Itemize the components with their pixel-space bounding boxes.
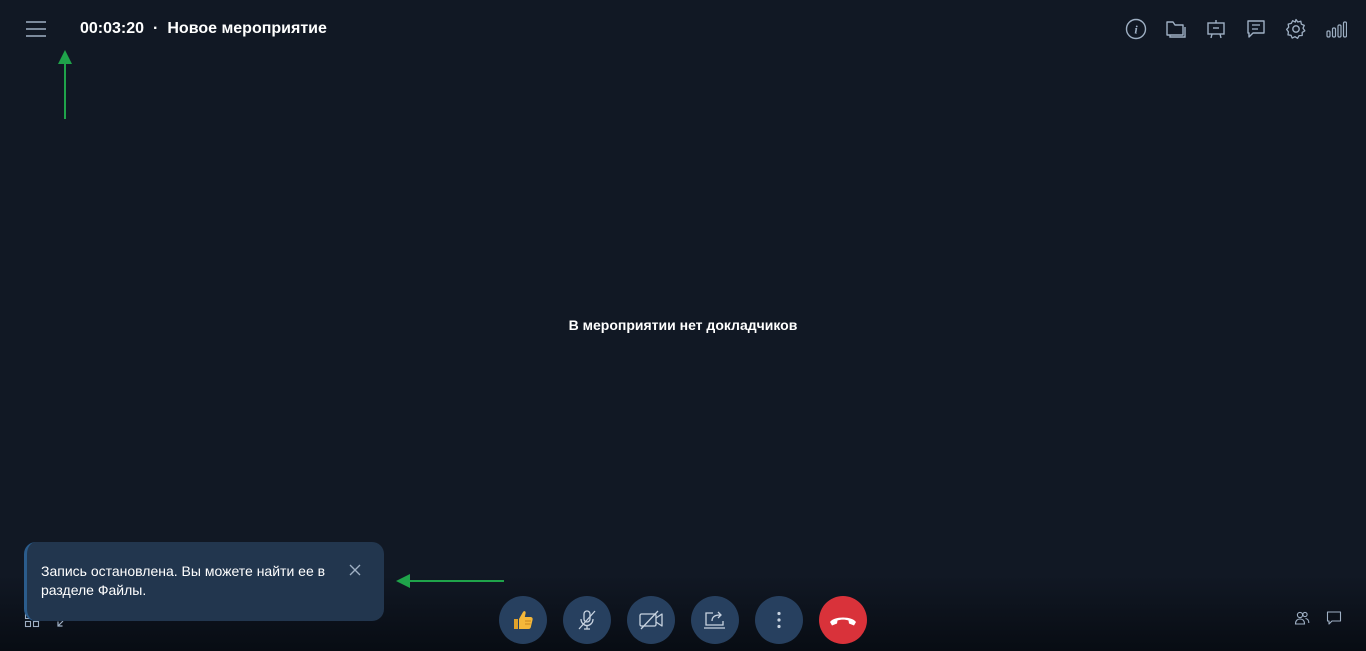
annotation-arrow-left xyxy=(396,574,504,588)
page-title: 00:03:20 · Новое мероприятие xyxy=(80,19,327,39)
svg-text:i: i xyxy=(1134,23,1138,37)
chat-bubble-icon xyxy=(1326,611,1342,625)
thumbs-up-icon xyxy=(514,611,533,629)
gear-icon xyxy=(1285,18,1306,39)
signal-button[interactable] xyxy=(1324,17,1348,41)
hangup-icon xyxy=(830,617,856,626)
participants-icon xyxy=(1294,611,1310,625)
top-bar: 00:03:20 · Новое мероприятие i xyxy=(0,0,1366,58)
camera-off-icon xyxy=(639,610,663,630)
title-separator: · xyxy=(153,20,159,37)
chat-list-icon xyxy=(1247,20,1265,38)
camera-button[interactable] xyxy=(627,596,675,644)
toast-close-button[interactable] xyxy=(348,563,362,577)
signal-icon xyxy=(1326,21,1347,38)
files-button[interactable] xyxy=(1164,17,1188,41)
presentation-button[interactable] xyxy=(1204,17,1228,41)
event-title: Новое мероприятие xyxy=(167,20,327,37)
toast-message: Запись остановлена. Вы можете найти ее в… xyxy=(41,563,326,598)
reaction-button[interactable] xyxy=(499,596,547,644)
info-button[interactable]: i xyxy=(1124,17,1148,41)
chat-panel-button[interactable] xyxy=(1326,610,1342,626)
hangup-button[interactable] xyxy=(819,596,867,644)
presentation-icon xyxy=(1207,20,1225,39)
hamburger-icon xyxy=(26,21,46,37)
mic-off-icon xyxy=(578,610,596,630)
top-toolbar: i xyxy=(1124,17,1348,41)
annotation-arrow-up xyxy=(58,50,72,119)
microphone-button[interactable] xyxy=(563,596,611,644)
settings-button[interactable] xyxy=(1284,17,1308,41)
info-icon: i xyxy=(1125,18,1147,40)
share-screen-button[interactable] xyxy=(691,596,739,644)
share-screen-icon xyxy=(704,611,725,629)
participants-button[interactable] xyxy=(1294,610,1310,626)
more-options-button[interactable] xyxy=(755,596,803,644)
folder-icon xyxy=(1166,21,1186,38)
more-icon xyxy=(777,611,781,629)
close-icon xyxy=(349,564,361,576)
recording-stopped-toast: Запись остановлена. Вы можете найти ее в… xyxy=(24,542,384,621)
menu-button[interactable] xyxy=(22,16,50,42)
call-controls xyxy=(499,596,867,644)
event-timer: 00:03:20 xyxy=(80,20,145,37)
chat-button[interactable] xyxy=(1244,17,1268,41)
side-panel-controls xyxy=(1294,610,1342,626)
empty-speakers-message: В мероприятии нет докладчиков xyxy=(568,317,798,333)
